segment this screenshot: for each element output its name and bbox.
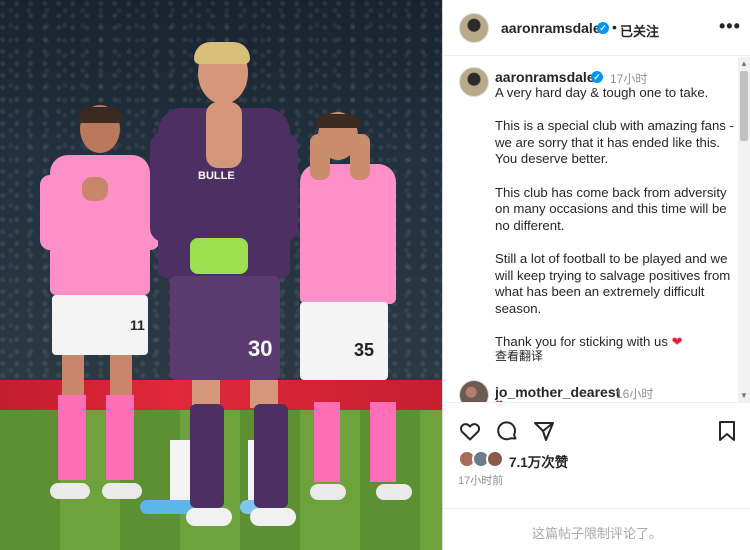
verified-badge-icon: ✓: [597, 22, 609, 34]
scrollbar-thumb[interactable]: [740, 71, 748, 141]
red-heart-icon: ❤: [671, 333, 683, 349]
caption-text: A very hard day & tough one to take. Thi…: [495, 85, 735, 351]
header-separator: •: [612, 19, 617, 35]
share-icon[interactable]: [532, 419, 556, 443]
caption-username[interactable]: aaronramsdale: [495, 69, 595, 85]
player-right-number: 35: [354, 340, 375, 360]
caption-paragraph: This is a special club with amazing fans…: [495, 118, 734, 167]
post-timestamp[interactable]: 17小时前: [458, 472, 503, 488]
like-heart-icon[interactable]: [458, 419, 482, 443]
player-left: 11: [40, 105, 160, 505]
likers-avatars[interactable]: [458, 450, 510, 468]
player-left-number: 11: [130, 317, 145, 333]
caption-verified-badge-icon: ✓: [591, 71, 603, 83]
caption-paragraph: This club has come back from adversity o…: [495, 184, 727, 233]
save-bookmark-icon[interactable]: [715, 419, 739, 443]
comments-section: aaronramsdale ✓ 17小时 A very hard day & t…: [443, 57, 750, 402]
scroll-up-arrow-icon[interactable]: ▲: [740, 59, 748, 68]
author-username[interactable]: aaronramsdale: [501, 20, 601, 36]
player-goalkeeper: BULLE 30: [150, 42, 310, 542]
scroll-down-arrow-icon[interactable]: ▼: [740, 391, 748, 400]
comments-scrollbar[interactable]: ▲ ▼: [738, 57, 750, 402]
following-button[interactable]: 已关注: [620, 21, 659, 40]
caption-paragraph: A very hard day & tough one to take.: [495, 85, 709, 100]
comments-limited-text: 这篇帖子限制评论了。: [531, 526, 662, 541]
comment-time[interactable]: 16小时: [616, 385, 653, 402]
post-photo[interactable]: 11 35 BULLE 30: [0, 0, 442, 550]
more-options-icon[interactable]: •••: [719, 16, 741, 37]
likes-count[interactable]: 7.1万次赞: [509, 451, 568, 471]
commenter-username[interactable]: jo_mother_dearest: [495, 384, 620, 400]
author-avatar[interactable]: [459, 13, 489, 43]
liker-avatar: [486, 450, 504, 468]
comments-limited-footer: 这篇帖子限制评论了。: [443, 508, 750, 550]
caption-paragraph: Still a lot of football to be played and…: [495, 250, 731, 316]
post-side-panel: aaronramsdale ✓ • 已关注 ••• aaronramsdale …: [442, 0, 750, 550]
goalkeeper-number: 30: [248, 336, 273, 361]
caption-author-avatar[interactable]: [459, 67, 489, 97]
post-header: aaronramsdale ✓ • 已关注 •••: [443, 0, 750, 56]
see-translation-link[interactable]: 查看翻译: [495, 347, 543, 364]
comment-icon[interactable]: [495, 419, 519, 443]
commenter-avatar[interactable]: [459, 380, 489, 402]
